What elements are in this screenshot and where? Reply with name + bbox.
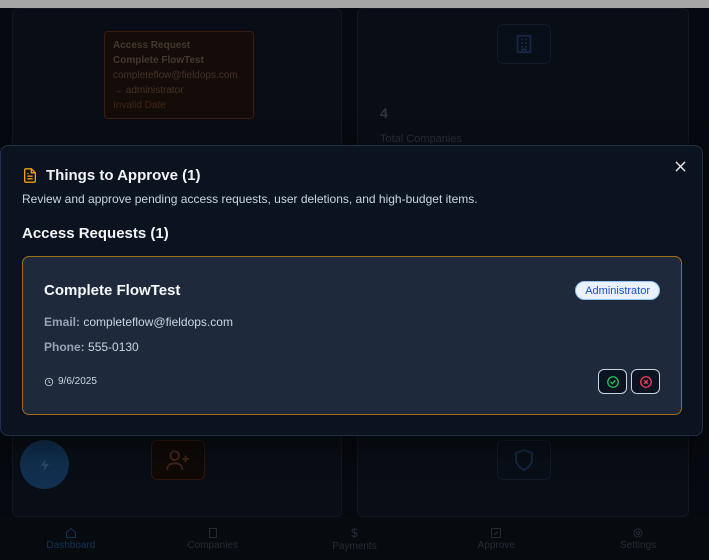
check-circle-icon: [606, 375, 619, 388]
x-circle-icon: [639, 375, 652, 388]
phone-row: Phone: 555-0130: [44, 340, 139, 354]
phone-value: 555-0130: [88, 340, 139, 354]
close-button[interactable]: [670, 156, 690, 176]
approve-button[interactable]: [598, 369, 627, 394]
clock-icon: [44, 377, 54, 386]
email-row: Email: completeflow@fieldops.com: [44, 315, 233, 329]
modal-title: Things to Approve (1): [46, 167, 201, 184]
document-icon: [24, 168, 36, 183]
phone-label: Phone:: [44, 340, 85, 354]
modal-description: Review and approve pending access reques…: [22, 192, 478, 206]
date-value: 9/6/2025: [58, 376, 97, 387]
access-request-card: Complete FlowTest Administrator Email: c…: [22, 256, 682, 415]
section-title: Access Requests (1): [22, 225, 169, 242]
approve-modal: Things to Approve (1) Review and approve…: [0, 145, 703, 436]
reject-button[interactable]: [631, 369, 660, 394]
requester-name: Complete FlowTest: [44, 282, 181, 299]
email-label: Email:: [44, 315, 81, 329]
close-icon: [674, 160, 686, 172]
request-date: 9/6/2025: [44, 376, 97, 387]
email-value: completeflow@fieldops.com: [83, 315, 233, 329]
modal-header: Things to Approve (1): [22, 167, 200, 184]
role-badge: Administrator: [575, 281, 660, 300]
